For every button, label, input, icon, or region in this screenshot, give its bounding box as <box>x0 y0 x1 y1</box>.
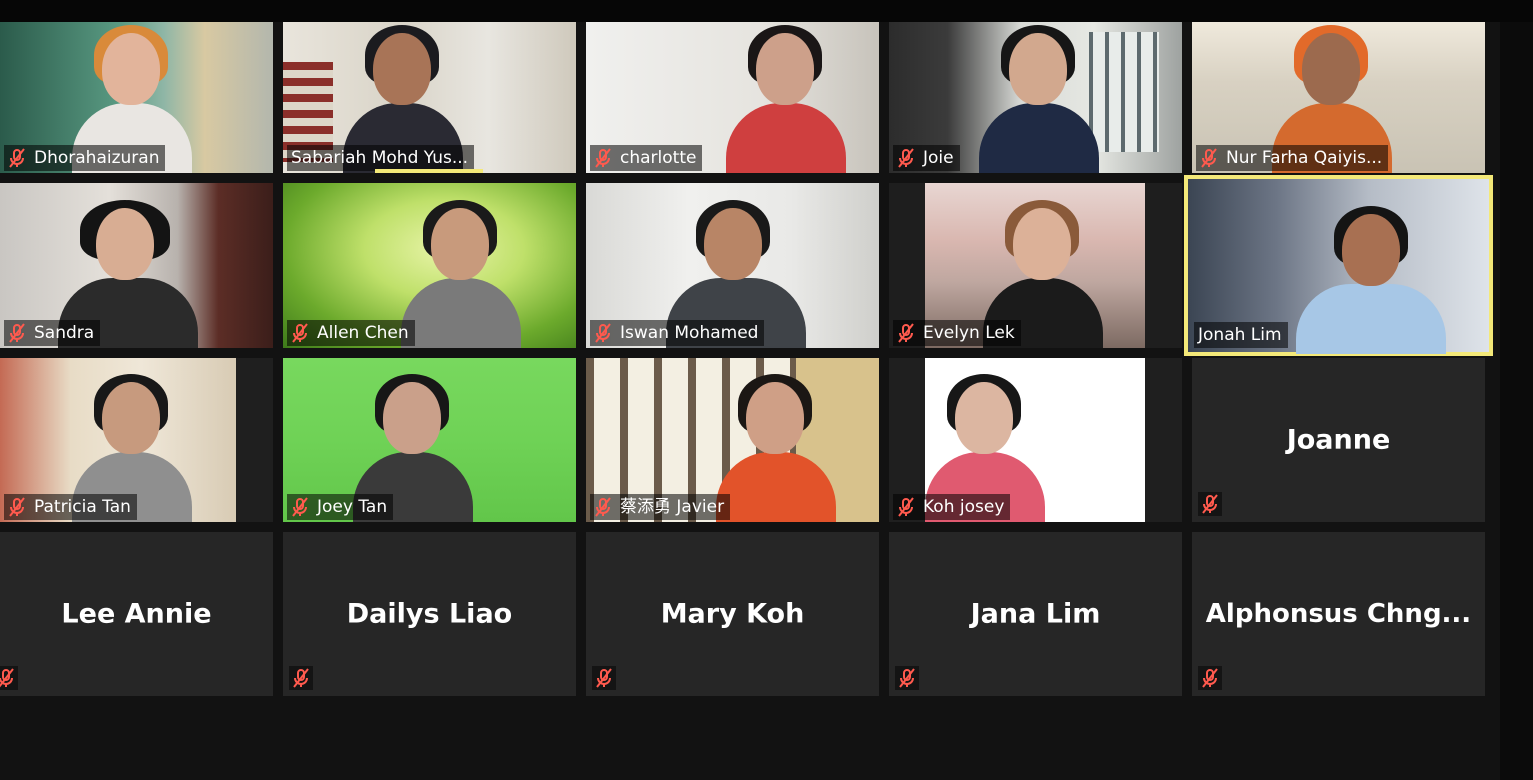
participant-tile[interactable]: Joanne <box>1192 358 1485 522</box>
participant-tile[interactable]: Sabariah Mohd Yus... <box>283 22 576 173</box>
participant-video <box>726 25 846 173</box>
participant-name-label: Sandra <box>4 320 101 346</box>
muted-mic-icon <box>292 497 308 517</box>
active-speaker-indicator <box>375 169 483 173</box>
muted-mic-badge <box>289 666 313 690</box>
muted-mic-icon <box>0 668 14 688</box>
muted-mic-icon <box>293 668 309 688</box>
muted-mic-icon <box>1202 494 1218 514</box>
muted-mic-icon <box>292 323 308 343</box>
participant-name-label: Joey Tan <box>287 494 394 520</box>
participant-name: Dailys Liao <box>346 598 513 630</box>
participant-name-label: Nur Farha Qaiyis... <box>1196 145 1389 171</box>
muted-mic-icon <box>596 668 612 688</box>
participant-tile[interactable]: Alphonsus Chng... <box>1192 532 1485 696</box>
participant-tile[interactable]: charlotte <box>586 22 879 173</box>
participant-name: Allen Chen <box>317 323 409 343</box>
muted-mic-badge <box>1198 492 1222 516</box>
participant-name: Sandra <box>34 323 95 343</box>
muted-mic-icon <box>898 497 914 517</box>
participant-name: Dhorahaizuran <box>34 148 160 168</box>
participant-name-label: Jonah Lim <box>1194 322 1288 348</box>
participant-name-label: Joie <box>893 145 960 171</box>
participant-tile[interactable]: Sandra <box>0 183 273 348</box>
participant-tile[interactable]: Evelyn Lek <box>889 183 1182 348</box>
participant-tile-active[interactable]: Jonah Lim <box>1184 175 1493 356</box>
participant-name: Sabariah Mohd Yus... <box>291 148 469 168</box>
participant-name: Jonah Lim <box>1198 325 1282 345</box>
participant-tile[interactable]: Patricia Tan <box>0 358 273 522</box>
muted-mic-icon <box>899 668 915 688</box>
participant-tile[interactable]: Jana Lim <box>889 532 1182 696</box>
muted-mic-icon <box>595 148 611 168</box>
participant-tile[interactable]: Lee Annie <box>0 532 273 696</box>
muted-mic-badge <box>1198 666 1222 690</box>
participant-name: Patricia Tan <box>34 497 131 517</box>
muted-mic-icon <box>1202 668 1218 688</box>
muted-mic-icon <box>9 148 25 168</box>
participant-tile[interactable]: Dailys Liao <box>283 532 576 696</box>
participant-name-label: Evelyn Lek <box>893 320 1021 346</box>
participant-name-label: Iswan Mohamed <box>590 320 765 346</box>
participant-name: Joie <box>923 148 954 168</box>
participant-name-label: Sabariah Mohd Yus... <box>287 145 475 171</box>
participant-video <box>979 25 1099 173</box>
participant-name: Lee Annie <box>61 598 212 630</box>
muted-mic-icon <box>595 497 611 517</box>
participant-name: 蔡添勇 Javier <box>620 497 725 517</box>
muted-mic-badge <box>592 666 616 690</box>
participant-name-label: Koh josey <box>893 494 1011 520</box>
muted-mic-icon <box>9 497 25 517</box>
participant-name-label: 蔡添勇 Javier <box>590 494 731 520</box>
muted-mic-icon <box>9 323 25 343</box>
participant-tile[interactable]: Koh josey <box>889 358 1182 522</box>
participant-name: Joey Tan <box>317 497 388 517</box>
participant-name: Koh josey <box>923 497 1005 517</box>
participant-name-label: Allen Chen <box>287 320 415 346</box>
participant-name: Alphonsus Chng... <box>1205 599 1472 629</box>
participant-name: Joanne <box>1286 424 1391 456</box>
participant-tile[interactable]: 蔡添勇 Javier <box>586 358 879 522</box>
participant-name: Mary Koh <box>660 598 805 630</box>
muted-mic-icon <box>595 323 611 343</box>
muted-mic-icon <box>898 148 914 168</box>
participant-tile[interactable]: Allen Chen <box>283 183 576 348</box>
participant-name: charlotte <box>620 148 697 168</box>
participant-name: Nur Farha Qaiyis... <box>1226 148 1383 168</box>
participant-name-label: Dhorahaizuran <box>4 145 166 171</box>
participant-name-label: charlotte <box>590 145 703 171</box>
muted-mic-badge <box>895 666 919 690</box>
participant-tile[interactable]: Mary Koh <box>586 532 879 696</box>
participant-name: Evelyn Lek <box>923 323 1015 343</box>
participant-video <box>716 374 836 522</box>
muted-mic-icon <box>898 323 914 343</box>
participant-video <box>401 200 521 348</box>
muted-mic-badge <box>0 666 18 690</box>
participant-name: Jana Lim <box>970 598 1101 630</box>
participant-tile[interactable]: Joie <box>889 22 1182 173</box>
participant-tile[interactable]: Nur Farha Qaiyis... <box>1192 22 1485 173</box>
muted-mic-icon <box>1201 148 1217 168</box>
participant-tile[interactable]: Iswan Mohamed <box>586 183 879 348</box>
participant-name: Iswan Mohamed <box>620 323 759 343</box>
participant-tile[interactable]: Joey Tan <box>283 358 576 522</box>
participant-name-label: Patricia Tan <box>4 494 137 520</box>
participant-tile[interactable]: Dhorahaizuran <box>0 22 273 173</box>
participant-video <box>1296 206 1446 354</box>
gallery-grid: Dhorahaizuran Sabariah Mohd Yus... charl… <box>0 0 1533 780</box>
